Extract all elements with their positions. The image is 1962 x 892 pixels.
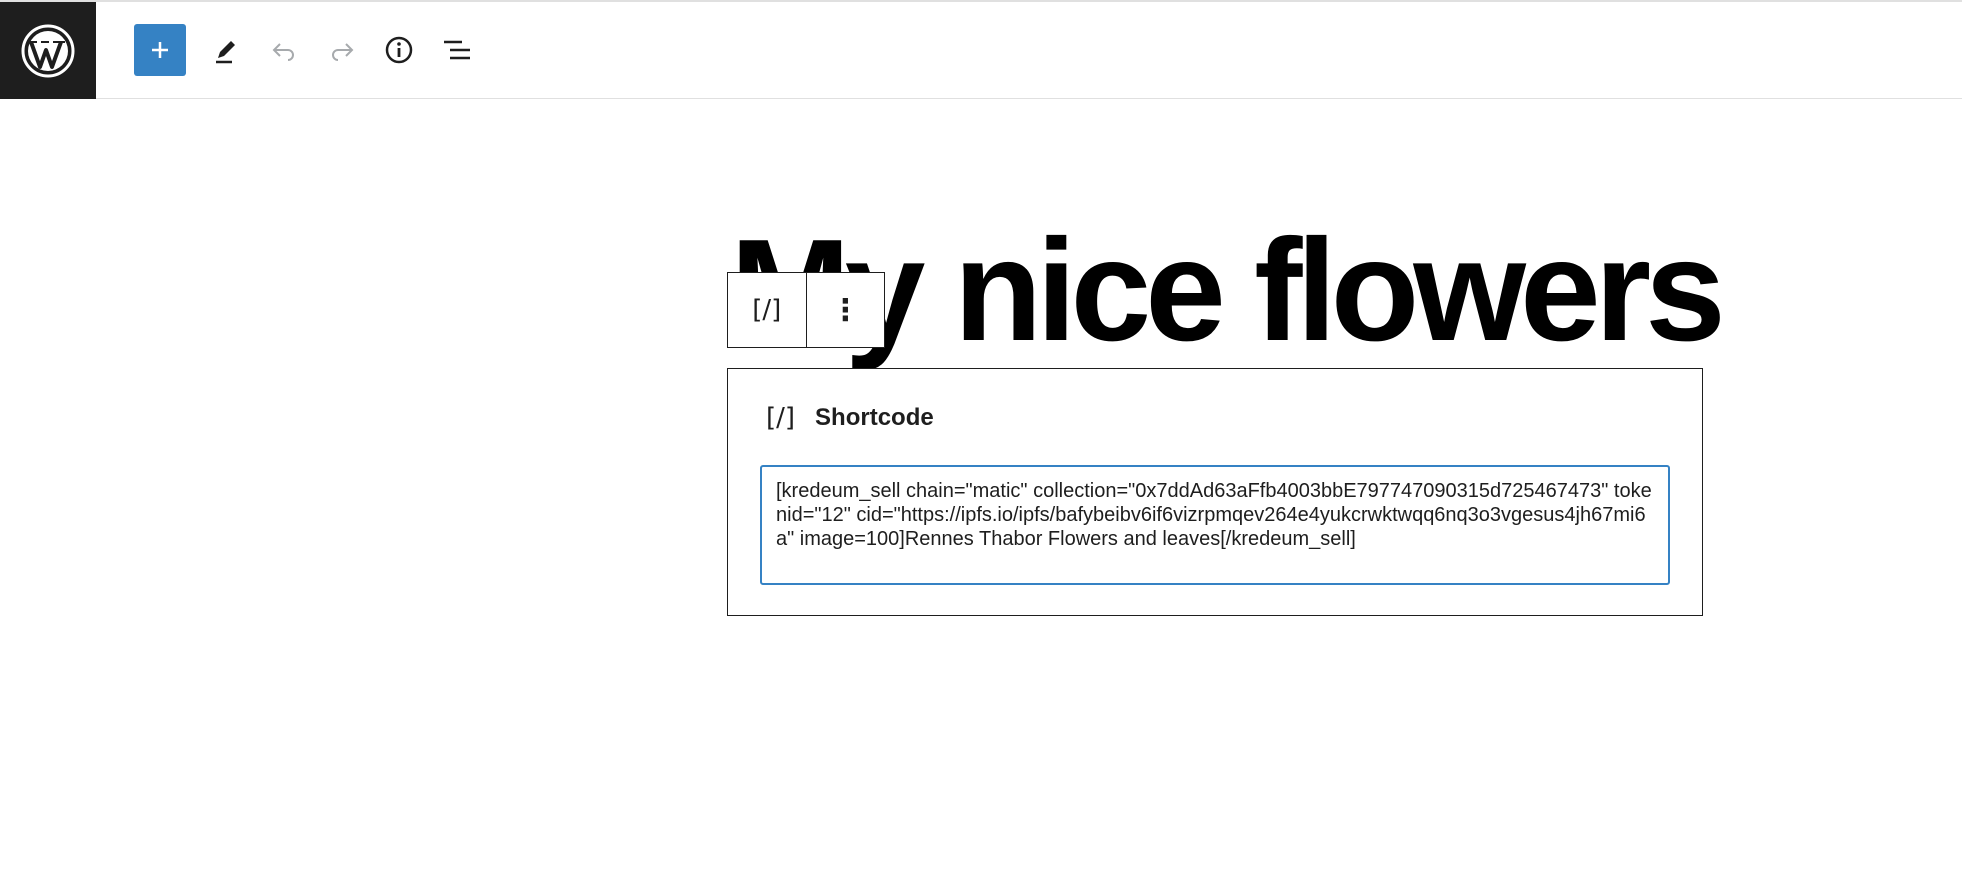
block-options-button[interactable]: ⋮: [807, 273, 885, 347]
wordpress-logo-icon[interactable]: [0, 2, 96, 99]
shortcode-header: [/] Shortcode: [766, 403, 934, 433]
undo-button[interactable]: [258, 24, 310, 76]
editor-header: [0, 0, 1962, 99]
plus-icon: [152, 42, 168, 58]
shortcode-icon: [/]: [752, 295, 782, 325]
shortcode-block[interactable]: [/] Shortcode [kredeum_sell chain="matic…: [727, 368, 1703, 616]
shortcode-icon: [/]: [766, 403, 796, 433]
list-view-button[interactable]: [431, 24, 483, 76]
more-vertical-icon: ⋮: [830, 292, 861, 328]
info-icon: [385, 36, 413, 64]
block-type-button[interactable]: [/]: [728, 273, 807, 347]
add-block-button[interactable]: [134, 24, 186, 76]
tools-button[interactable]: [200, 24, 252, 76]
details-button[interactable]: [373, 24, 425, 76]
list-view-icon: [444, 40, 470, 60]
pencil-icon: [216, 41, 235, 64]
redo-button[interactable]: [316, 24, 368, 76]
block-toolbar: [/] ⋮: [727, 272, 885, 348]
shortcode-textarea[interactable]: [kredeum_sell chain="matic" collection="…: [760, 465, 1670, 585]
redo-icon: [332, 43, 354, 61]
shortcode-label: Shortcode: [815, 404, 934, 431]
undo-icon: [272, 43, 294, 61]
